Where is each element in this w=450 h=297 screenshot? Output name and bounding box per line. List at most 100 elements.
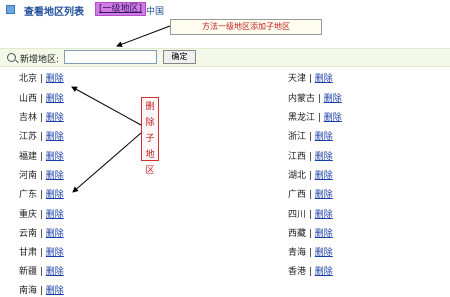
- region-input[interactable]: [64, 50, 157, 64]
- separator: |: [306, 267, 315, 277]
- delete-link[interactable]: 删除: [315, 190, 333, 200]
- delete-link[interactable]: 删除: [46, 171, 64, 181]
- region-row: 吉林 | 删除: [19, 113, 64, 124]
- region-row: 南海 | 删除: [19, 286, 64, 297]
- delete-arrow-bottom: [72, 132, 142, 193]
- separator: |: [37, 94, 46, 104]
- separator: |: [37, 113, 46, 123]
- page-title: 查看地区列表: [24, 7, 84, 18]
- annotation-arrows: [71, 25, 171, 193]
- note-arrow: [116, 25, 171, 48]
- delete-link[interactable]: 删除: [315, 248, 333, 258]
- region-row: 江西 | 删除: [288, 152, 333, 163]
- region-name: 甘肃: [19, 248, 38, 258]
- region-name: 天津: [288, 74, 307, 84]
- search-icon: [7, 53, 16, 62]
- region-row: 云南 | 删除: [19, 229, 64, 240]
- delete-link[interactable]: 删除: [315, 132, 333, 142]
- region-name: 吉林: [19, 113, 38, 123]
- region-name: 北京: [19, 74, 38, 84]
- region-name: 西藏: [288, 229, 307, 239]
- delete-link[interactable]: 删除: [46, 132, 64, 142]
- separator: |: [306, 171, 315, 181]
- separator: |: [37, 248, 46, 258]
- region-row: 河南 | 删除: [19, 171, 64, 182]
- region-row: 福建 | 删除: [19, 152, 64, 163]
- region-name: 黑龙江: [288, 113, 316, 123]
- region-name: 香港: [288, 267, 307, 277]
- delete-link[interactable]: 删除: [315, 171, 333, 181]
- region-row: 内蒙古 | 删除: [288, 94, 342, 105]
- separator: |: [306, 74, 315, 84]
- region-name: 重庆: [19, 210, 38, 220]
- region-name: 广西: [288, 190, 307, 200]
- delete-link[interactable]: 删除: [46, 74, 64, 84]
- delete-link[interactable]: 删除: [324, 113, 342, 123]
- delete-link[interactable]: 删除: [46, 229, 64, 239]
- region-name: 湖北: [288, 171, 307, 181]
- region-row: 香港 | 删除: [288, 267, 333, 278]
- region-name: 青海: [288, 248, 307, 258]
- separator: |: [306, 190, 315, 200]
- region-name: 河南: [19, 171, 38, 181]
- delete-link[interactable]: 删除: [46, 94, 64, 104]
- region-name: 江西: [288, 152, 307, 162]
- delete-link[interactable]: 删除: [46, 113, 64, 123]
- region-name: 福建: [19, 152, 38, 162]
- separator: |: [37, 286, 46, 296]
- region-name: 内蒙古: [288, 94, 316, 104]
- region-name: 山西: [19, 94, 38, 104]
- region-row: 北京 | 删除: [19, 74, 64, 85]
- region-name: 新疆: [19, 267, 38, 277]
- search-label: 新增地区:: [20, 55, 60, 65]
- separator: |: [37, 210, 46, 220]
- separator: |: [306, 132, 315, 142]
- delete-link[interactable]: 删除: [315, 74, 333, 84]
- separator: |: [37, 229, 46, 239]
- separator: |: [315, 94, 324, 104]
- delete-link[interactable]: 删除: [46, 210, 64, 220]
- region-row: 重庆 | 删除: [19, 210, 64, 221]
- annotation-note: 方法一级地区添加子地区: [170, 19, 322, 35]
- separator: |: [315, 113, 324, 123]
- breadcrumb-country: 中国: [146, 7, 165, 17]
- separator: |: [37, 171, 46, 181]
- region-row: 江苏 | 删除: [19, 132, 64, 143]
- top-level-region-link[interactable]: [一级地区]: [95, 2, 147, 16]
- vertical-annotation-text: 删除子地区: [145, 102, 155, 176]
- separator: |: [37, 132, 46, 142]
- delete-arrow-top: [71, 86, 142, 126]
- separator: |: [306, 210, 315, 220]
- separator: |: [37, 190, 46, 200]
- region-row: 四川 | 删除: [288, 210, 333, 221]
- delete-link[interactable]: 删除: [46, 286, 64, 296]
- region-row: 甘肃 | 删除: [19, 248, 64, 259]
- delete-link[interactable]: 删除: [315, 152, 333, 162]
- search-bar: 新增地区: 确定: [0, 48, 450, 67]
- region-row: 广东 | 删除: [19, 190, 64, 201]
- separator: |: [37, 74, 46, 84]
- separator: |: [37, 267, 46, 277]
- delete-link[interactable]: 删除: [46, 248, 64, 258]
- delete-link[interactable]: 删除: [46, 267, 64, 277]
- region-name: 云南: [19, 229, 38, 239]
- delete-link[interactable]: 删除: [324, 94, 342, 104]
- region-row: 山西 | 删除: [19, 94, 64, 105]
- region-row: 黑龙江 | 删除: [288, 113, 342, 124]
- separator: |: [306, 229, 315, 239]
- region-row: 浙江 | 删除: [288, 132, 333, 143]
- delete-link[interactable]: 删除: [315, 267, 333, 277]
- list-icon: [6, 5, 15, 14]
- delete-link[interactable]: 删除: [315, 210, 333, 220]
- confirm-button[interactable]: 确定: [163, 50, 196, 64]
- delete-link[interactable]: 删除: [315, 229, 333, 239]
- delete-link[interactable]: 删除: [46, 190, 64, 200]
- region-row: 天津 | 删除: [288, 74, 333, 85]
- region-row: 青海 | 删除: [288, 248, 333, 259]
- region-name: 浙江: [288, 132, 307, 142]
- title-bar: 查看地区列表 [一级地区] 中国: [0, 0, 450, 19]
- region-name: 南海: [19, 286, 38, 296]
- region-row: 新疆 | 删除: [19, 267, 64, 278]
- delete-link[interactable]: 删除: [46, 152, 64, 162]
- region-row: 西藏 | 删除: [288, 229, 333, 240]
